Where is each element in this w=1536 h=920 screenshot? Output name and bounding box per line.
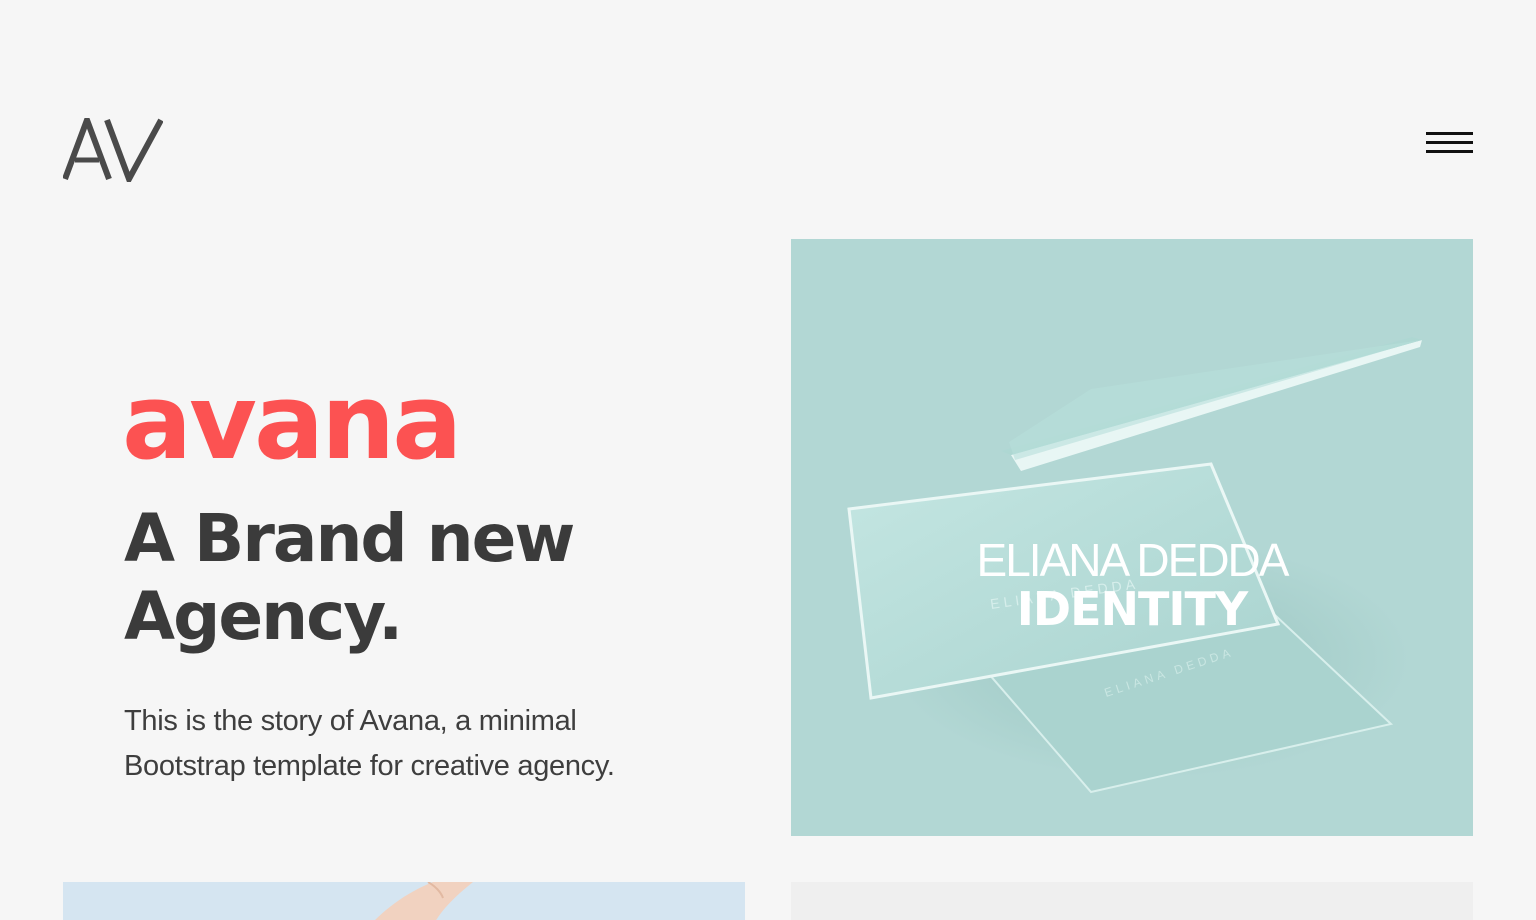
hero-headline: A Brand new Agency. — [124, 500, 575, 655]
av-logo-icon — [62, 111, 164, 187]
menu-button[interactable] — [1426, 132, 1474, 162]
page: avana A Brand new Agency. This is the st… — [0, 0, 1536, 920]
portfolio-item-category: IDENTITY — [1016, 582, 1248, 636]
portfolio-item-2[interactable] — [63, 882, 745, 920]
brand-name: avana — [122, 361, 462, 483]
portfolio-item[interactable]: ELIANA DEDDA ELIANA DEDDA ELIANA DEDDA I… — [791, 239, 1473, 836]
logo[interactable] — [62, 111, 164, 187]
hero-lead: This is the story of Avana, a minimal Bo… — [124, 705, 615, 782]
hamburger-icon-line — [1426, 132, 1473, 135]
portfolio-item-3[interactable] — [791, 882, 1473, 920]
hand-image — [375, 882, 473, 920]
portfolio-item-title: ELIANA DEDDA — [976, 534, 1290, 586]
hamburger-icon-line — [1426, 150, 1473, 153]
hamburger-icon-line — [1426, 141, 1473, 144]
